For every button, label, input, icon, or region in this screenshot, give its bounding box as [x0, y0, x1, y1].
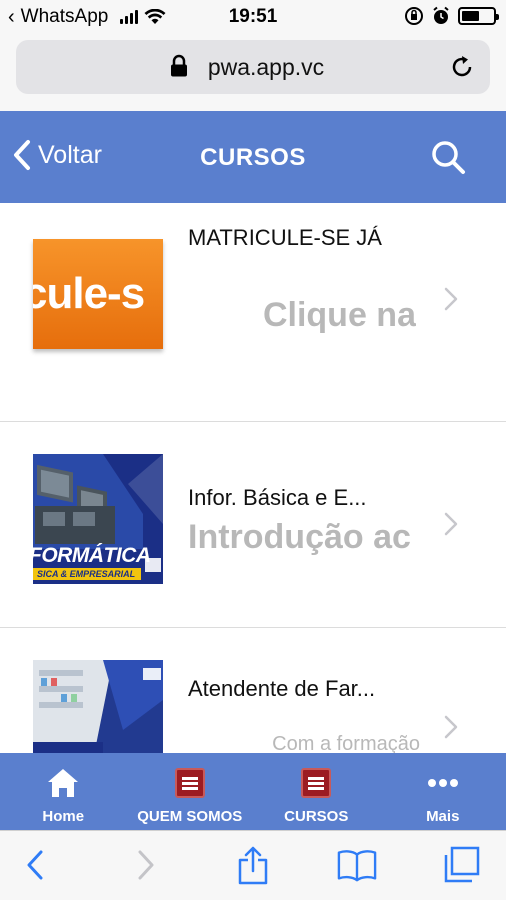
course-subtitle: Introdução ac — [188, 518, 411, 556]
reload-icon[interactable] — [448, 53, 476, 81]
tab-bar: Home QUEM SOMOS CURSOS Mais — [0, 753, 506, 830]
tab-label: CURSOS — [284, 808, 349, 825]
thumbnail-text: FORMÁTICA — [33, 544, 151, 567]
app-header: Voltar CURSOS — [0, 111, 506, 203]
book-icon — [337, 850, 377, 882]
bookmarks-button[interactable] — [337, 845, 377, 885]
chevron-right-icon — [138, 850, 154, 880]
status-bar: ‹ WhatsApp 19:51 — [0, 0, 506, 36]
status-right — [404, 6, 499, 26]
course-title: MATRICULE-SE JÁ — [188, 225, 382, 250]
browser-back-button[interactable] — [15, 845, 55, 885]
tab-cursos[interactable]: CURSOS — [253, 753, 380, 830]
book-badge-icon — [300, 767, 332, 799]
browser-toolbar — [0, 830, 506, 900]
tab-label: Mais — [426, 808, 460, 825]
share-icon — [238, 846, 268, 885]
chevron-right-icon — [444, 287, 458, 311]
course-item[interactable]: FORMÁTICA SICA & EMPRESARIAL Infor. Bási… — [0, 422, 506, 628]
thumbnail-text: cule-s — [33, 269, 145, 318]
thumbnail-subtext: SICA & EMPRESARIAL — [33, 568, 141, 580]
url-field[interactable]: pwa.app.vc — [16, 40, 490, 94]
share-button[interactable] — [233, 845, 273, 885]
home-icon — [47, 767, 79, 799]
tab-label: Home — [42, 808, 85, 825]
course-list: cule-s MATRICULE-SE JÁ Clique na FORMÁTI… — [0, 203, 506, 753]
chevron-right-icon — [444, 512, 458, 536]
pharmacy-image — [33, 660, 163, 753]
tabs-button[interactable] — [442, 845, 482, 885]
course-thumbnail — [33, 660, 163, 753]
search-icon[interactable] — [430, 139, 466, 175]
tab-label: QUEM SOMOS — [137, 808, 243, 825]
course-thumbnail: FORMÁTICA SICA & EMPRESARIAL — [33, 454, 163, 584]
tab-home[interactable]: Home — [0, 753, 127, 830]
tabs-icon — [444, 846, 480, 883]
chevron-right-icon — [444, 715, 458, 739]
browser-forward-button[interactable] — [126, 845, 166, 885]
tab-quem-somos[interactable]: QUEM SOMOS — [127, 753, 254, 830]
chevron-left-icon — [27, 850, 43, 880]
alarm-icon — [433, 6, 449, 24]
course-subtitle: Com a formação — [272, 733, 420, 753]
more-icon — [427, 767, 459, 799]
orientation-lock-icon — [405, 7, 423, 25]
course-item[interactable]: Atendente de Far... Com a formação — [0, 628, 506, 753]
course-thumbnail: cule-s — [33, 239, 163, 349]
course-title: Infor. Básica e E... — [188, 485, 367, 510]
book-badge-icon — [174, 767, 206, 799]
url-text[interactable]: pwa.app.vc — [16, 54, 490, 81]
battery-icon — [458, 7, 499, 25]
browser-url-area: pwa.app.vc — [0, 36, 506, 111]
course-item[interactable]: cule-s MATRICULE-SE JÁ Clique na — [0, 203, 506, 422]
course-title: Atendente de Far... — [188, 676, 376, 701]
tab-mais[interactable]: Mais — [380, 753, 506, 830]
course-subtitle: Clique na — [262, 296, 416, 334]
